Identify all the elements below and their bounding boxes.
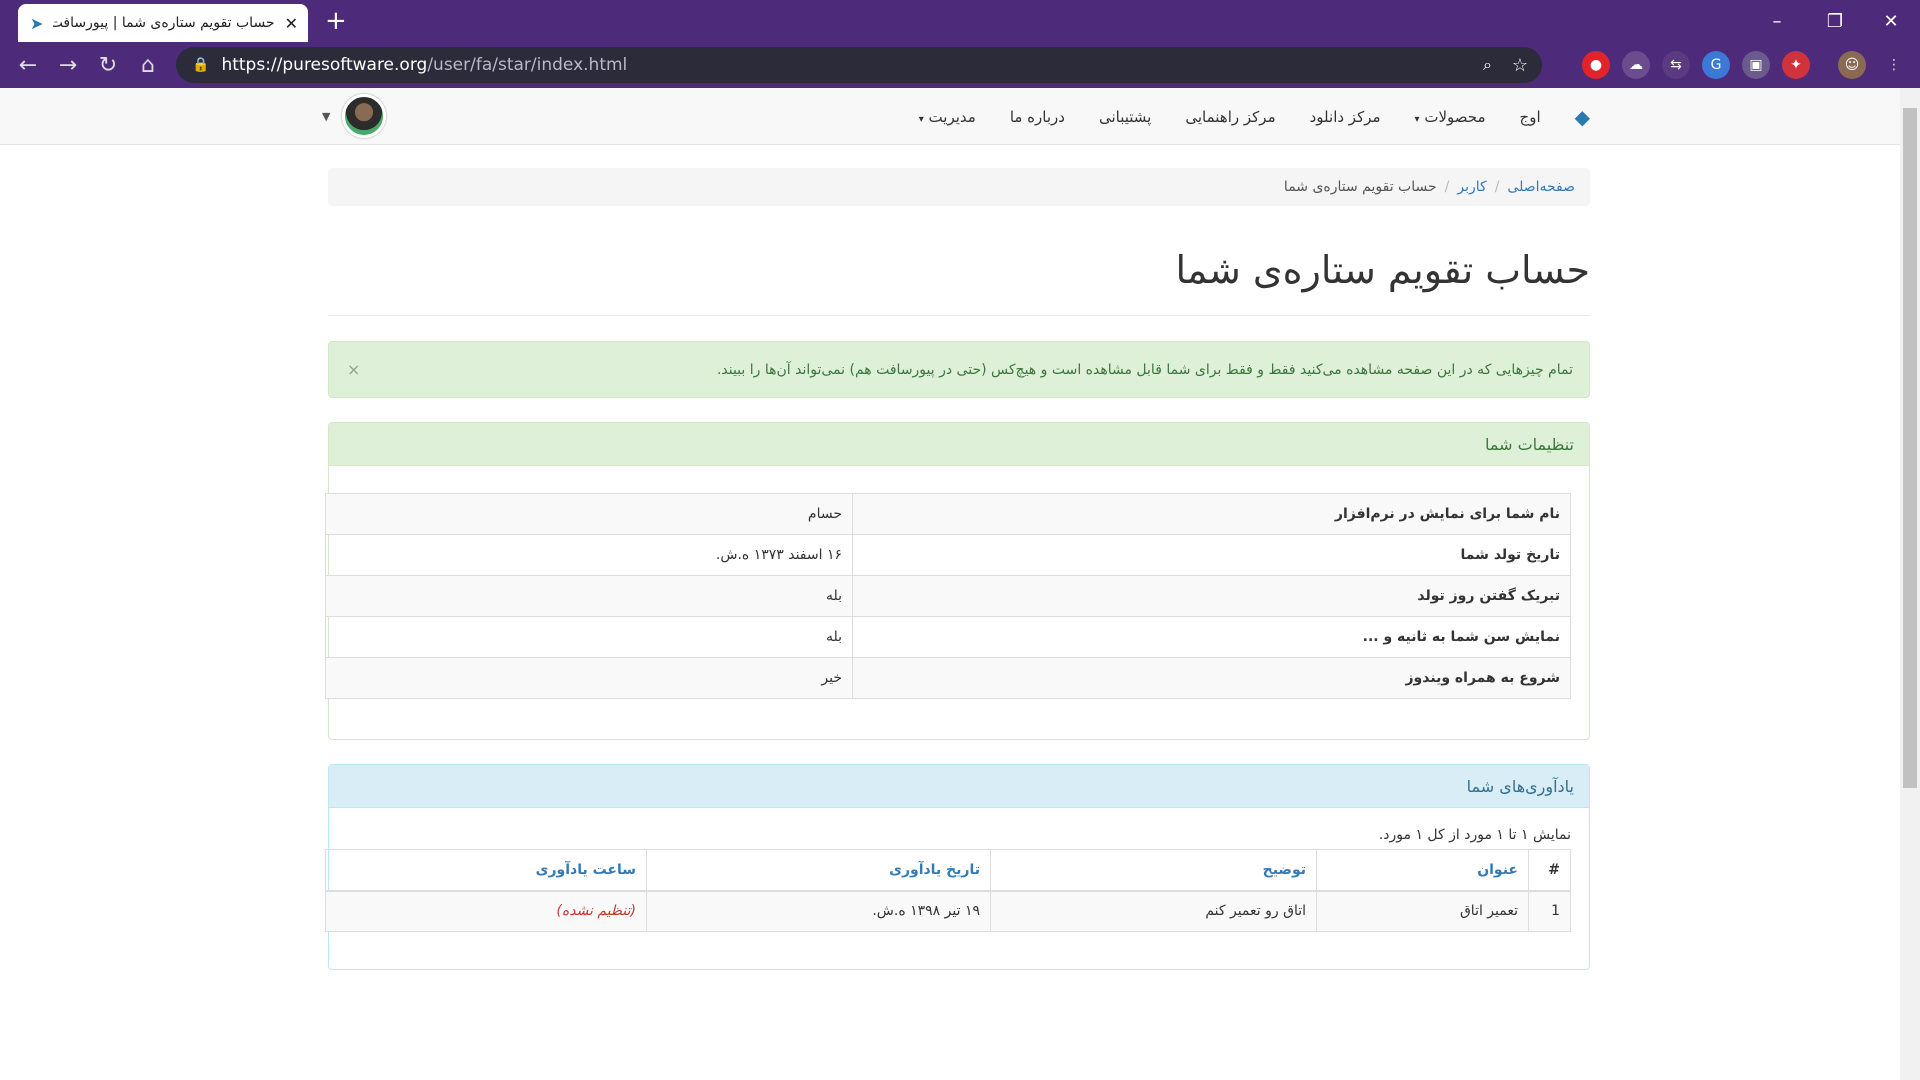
browser-tab[interactable]: ➤ حساب تقویم ستاره‌ی شما | پیورسافت ✕ bbox=[18, 4, 308, 42]
bookmark-star-icon[interactable]: ☆ bbox=[1512, 55, 1528, 76]
menu-icon[interactable]: ⋮ bbox=[1880, 51, 1908, 79]
page-scrollbar[interactable] bbox=[1900, 88, 1920, 1080]
browser-tabstrip: ➤ حساب تقویم ستاره‌ی شما | پیورسافت ✕ + … bbox=[0, 0, 1920, 42]
home-icon[interactable]: ⌂ bbox=[128, 45, 168, 85]
page-title: حساب تقویم ستاره‌ی شما bbox=[328, 246, 1590, 316]
breadcrumb-home[interactable]: صفحه‌اصلی bbox=[1507, 179, 1575, 195]
breadcrumb-user[interactable]: کاربر bbox=[1457, 179, 1486, 195]
settings-panel: تنظیمات شما نام شما برای نمایش در نرم‌اف… bbox=[325, 422, 1590, 740]
user-menu-chevron-icon[interactable]: ▼ bbox=[322, 110, 330, 123]
extension-icon[interactable]: ✦ bbox=[1782, 51, 1810, 79]
close-window-icon[interactable]: ✕ bbox=[1862, 0, 1920, 42]
url-path: /user/fa/star/index.html bbox=[427, 55, 628, 75]
reminders-panel: یادآوری‌های شما نمایش ۱ تا ۱ مورد از کل … bbox=[325, 764, 1590, 970]
reload-icon[interactable]: ↻ bbox=[88, 45, 128, 85]
nav-help-center[interactable]: مرکز راهنمایی bbox=[1185, 108, 1275, 126]
breadcrumb: صفحه‌اصلی / کاربر / حساب تقویم ستاره‌ی ش… bbox=[328, 168, 1590, 206]
table-row: تبریک گفتن روز تولد بله bbox=[325, 575, 1571, 617]
extension-icon[interactable]: ⇆ bbox=[1662, 51, 1690, 79]
nav-about[interactable]: درباره ما bbox=[1010, 108, 1065, 126]
column-header-date[interactable]: تاریخ یادآوری bbox=[646, 849, 991, 892]
column-header-number: # bbox=[1528, 849, 1571, 892]
nav-download-center[interactable]: مرکز دانلود bbox=[1310, 108, 1381, 126]
zoom-icon[interactable]: ⌕ bbox=[1483, 55, 1492, 75]
scrollbar-thumb[interactable] bbox=[1903, 108, 1917, 788]
extension-icon[interactable]: ▣ bbox=[1742, 51, 1770, 79]
settings-heading: تنظیمات شما bbox=[329, 423, 1589, 466]
site-navbar: ◆ اوج محصولات ▾ مرکز دانلود مرکز راهنمای… bbox=[0, 88, 1920, 145]
tab-title: حساب تقویم ستاره‌ی شما | پیورسافت bbox=[53, 15, 275, 31]
nav-products[interactable]: محصولات ▾ bbox=[1415, 108, 1486, 126]
table-row: نام شما برای نمایش در نرم‌افزار حسام bbox=[325, 493, 1571, 535]
column-header-title[interactable]: عنوان bbox=[1316, 849, 1529, 892]
extension-icon[interactable]: ● bbox=[1582, 51, 1610, 79]
site-favicon-icon: ➤ bbox=[30, 13, 44, 33]
url-host: https://puresoftware.org bbox=[221, 55, 428, 75]
reminders-heading: یادآوری‌های شما bbox=[329, 765, 1589, 808]
reminders-table: # عنوان توضیح تاریخ یادآوری ساعت یادآوری… bbox=[325, 849, 1571, 932]
back-icon[interactable]: ← bbox=[8, 45, 48, 85]
web-page: ◆ اوج محصولات ▾ مرکز دانلود مرکز راهنمای… bbox=[0, 88, 1920, 1080]
new-tab-icon[interactable]: + bbox=[325, 6, 347, 36]
forward-icon[interactable]: → bbox=[48, 45, 88, 85]
restore-icon[interactable]: ❐ bbox=[1806, 0, 1864, 42]
brand-logo-icon[interactable]: ◆ bbox=[1575, 105, 1590, 129]
breadcrumb-current: حساب تقویم ستاره‌ی شما bbox=[1283, 179, 1437, 195]
translate-icon[interactable]: G bbox=[1702, 51, 1730, 79]
nav-support[interactable]: پشتیبانی bbox=[1099, 108, 1151, 126]
address-bar[interactable]: 🔒 https://puresoftware.org/user/fa/star/… bbox=[176, 47, 1542, 83]
reminders-count: نمایش ۱ تا ۱ مورد از کل ۱ مورد. bbox=[1378, 827, 1571, 843]
lock-icon: 🔒 bbox=[192, 57, 210, 73]
profile-avatar[interactable]: ☺ bbox=[1838, 51, 1866, 79]
table-row: تاریخ تولد شما ۱۶ اسفند ۱۳۷۳ ه.ش. bbox=[325, 534, 1571, 576]
chevron-down-icon: ▾ bbox=[1414, 113, 1420, 125]
tab-close-icon[interactable]: ✕ bbox=[285, 14, 298, 33]
settings-table: نام شما برای نمایش در نرم‌افزار حسام تاری… bbox=[325, 493, 1571, 699]
extension-icon[interactable]: ☁ bbox=[1622, 51, 1650, 79]
alert-text: تمام چیزهایی که در این صفحه مشاهده می‌کن… bbox=[716, 361, 1573, 378]
alert-close-icon[interactable]: × bbox=[347, 360, 360, 379]
nav-admin[interactable]: مدیریت ▾ bbox=[919, 108, 976, 126]
browser-toolbar: ← → ↻ ⌂ 🔒 https://puresoftware.org/user/… bbox=[0, 42, 1920, 88]
chevron-down-icon: ▾ bbox=[918, 113, 924, 125]
column-header-description[interactable]: توضیح bbox=[990, 849, 1317, 892]
privacy-alert: تمام چیزهایی که در این صفحه مشاهده می‌کن… bbox=[328, 341, 1590, 398]
table-row: 1 تعمیر اتاق اتاق رو تعمیر کنم ۱۹ تیر ۱۳… bbox=[325, 890, 1571, 932]
column-header-time[interactable]: ساعت یادآوری bbox=[325, 849, 647, 892]
minimize-icon[interactable]: – bbox=[1748, 0, 1806, 42]
table-row: نمایش سن شما به ثانیه و ... بله bbox=[325, 616, 1571, 658]
nav-brand[interactable]: اوج bbox=[1520, 108, 1541, 126]
table-row: شروع به همراه ویندوز خیر bbox=[325, 657, 1571, 699]
user-avatar[interactable] bbox=[342, 94, 386, 138]
